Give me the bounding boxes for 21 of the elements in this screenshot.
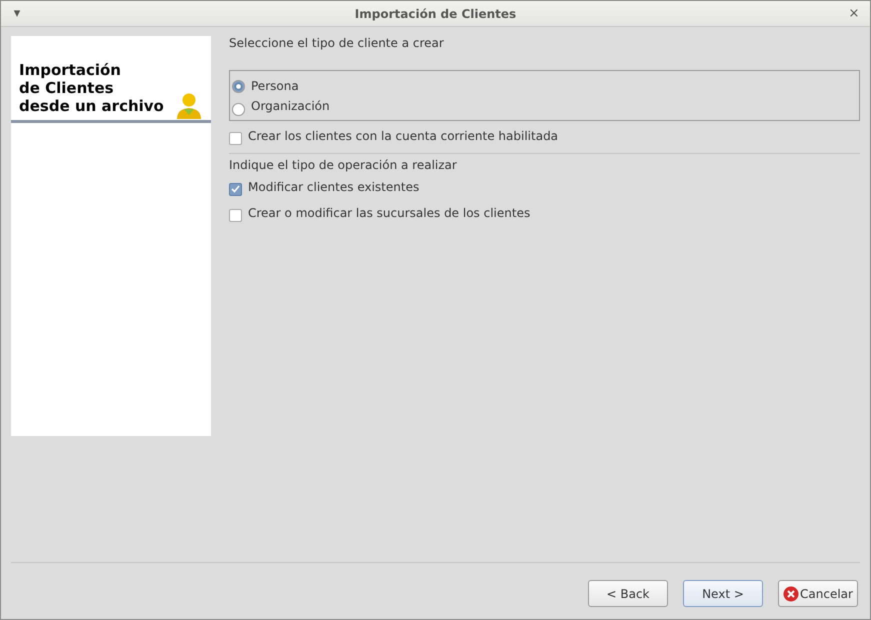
menu-icon[interactable]: ▾: [9, 6, 25, 21]
radio-button[interactable]: [232, 102, 245, 116]
option-label: Persona: [251, 79, 299, 93]
section-label: Indique el tipo de operación a realizar: [229, 158, 458, 172]
radio-button[interactable]: [232, 80, 245, 92]
sidebar-title: Importación de Clientes desde un archivo: [19, 61, 164, 117]
close-icon: [783, 586, 800, 602]
option-label: Crear los clientes con la cuenta corriente habilitada: [248, 129, 558, 143]
wizard-button[interactable]: Next >: [683, 580, 763, 607]
option-label: Crear o modificar las sucursales de los clientes: [248, 206, 530, 220]
cancel-button[interactable]: Cancelar: [778, 580, 858, 607]
user-icon: [176, 92, 202, 120]
checkbox[interactable]: [229, 132, 242, 144]
window-title: Importación de Clientes: [354, 6, 518, 20]
close-icon[interactable]: ×: [846, 6, 862, 21]
checkbox[interactable]: [229, 208, 242, 222]
checkbox[interactable]: [229, 182, 242, 196]
option-label: Modificar clientes existentes: [248, 180, 420, 194]
wizard-button[interactable]: < Back: [588, 580, 668, 607]
section-label: Seleccione el tipo de cliente a crear: [229, 36, 445, 50]
option-label: Organización: [251, 99, 330, 113]
